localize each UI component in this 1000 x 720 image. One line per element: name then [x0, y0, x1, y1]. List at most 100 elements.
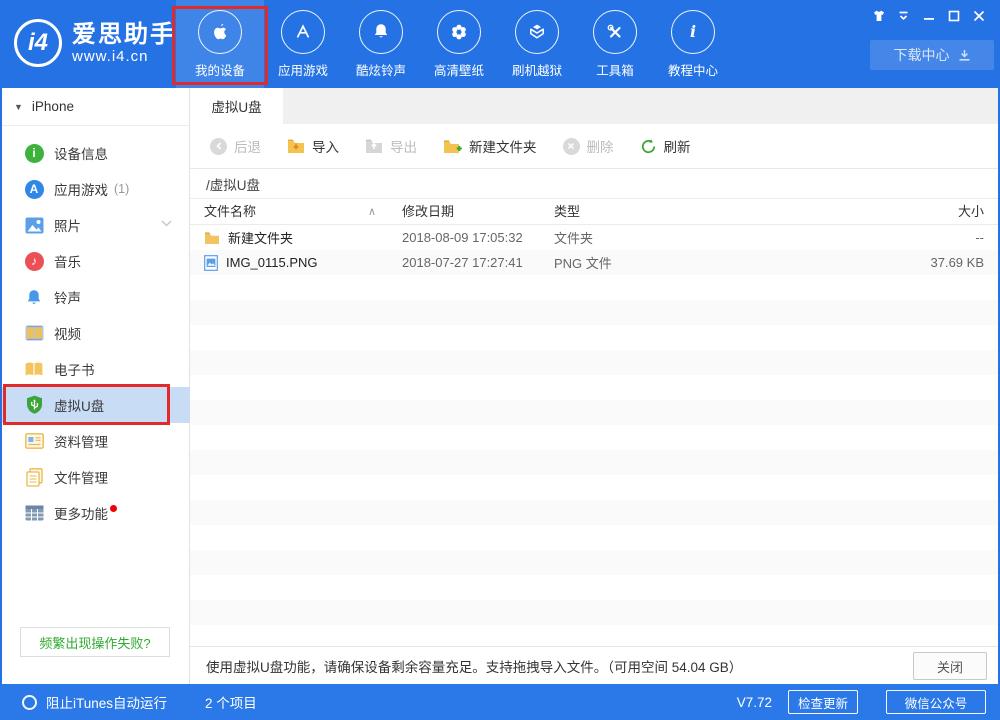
bell-icon [369, 20, 393, 44]
export-button[interactable]: 导出 [365, 136, 417, 156]
new-folder-label: 新建文件夹 [469, 136, 537, 156]
operation-failure-help-button[interactable]: 频繁出现操作失败? [20, 627, 170, 657]
device-selector[interactable]: ▼ iPhone [0, 88, 189, 126]
appstore-icon [291, 20, 315, 44]
nav-toolbox[interactable]: 工具箱 [576, 0, 654, 88]
sidebar-item-data-management[interactable]: 资料管理 [0, 423, 190, 459]
skin-icon[interactable] [871, 8, 886, 23]
sidebar-item-music[interactable]: ♪ 音乐 [0, 243, 190, 279]
file-name: IMG_0115.PNG [226, 255, 318, 270]
video-icon [24, 323, 44, 343]
file-management-icon [24, 467, 44, 487]
app-logo: i4 爱思助手 www.i4.cn [14, 19, 176, 67]
sidebar-item-photos[interactable]: 照片 [0, 207, 190, 243]
sidebar-item-label: 设备信息 [54, 143, 108, 163]
nav-my-devices[interactable]: 我的设备 [176, 0, 264, 88]
import-button[interactable]: 导入 [287, 136, 339, 156]
refresh-label: 刷新 [664, 136, 691, 156]
import-icon [287, 138, 305, 154]
sidebar-item-ebooks[interactable]: 电子书 [0, 351, 190, 387]
column-header-name[interactable]: 文件名称 ∧ [190, 199, 388, 225]
sidebar-item-label: 照片 [54, 215, 81, 235]
file-type: 文件夹 [540, 228, 736, 247]
sidebar-list: i 设备信息 A 应用游戏 (1) 照片 ♪ 音乐 铃声 [0, 135, 190, 531]
ringtone-bell-icon [24, 287, 44, 307]
main-menu-icon[interactable] [896, 8, 911, 23]
block-itunes-toggle[interactable]: 阻止iTunes自动运行 [22, 684, 167, 720]
nav-jailbreak[interactable]: 刷机越狱 [498, 0, 576, 88]
ebook-icon [24, 359, 44, 379]
nav-ringtones[interactable]: 酷炫铃声 [342, 0, 420, 88]
delete-label: 删除 [587, 136, 614, 156]
file-list-empty-area[interactable] [190, 275, 1000, 646]
download-icon [958, 49, 971, 62]
device-name: iPhone [32, 99, 74, 114]
data-management-icon [24, 431, 44, 451]
close-icon[interactable] [971, 8, 986, 23]
nav-app-games[interactable]: 应用游戏 [264, 0, 342, 88]
tab-strip: 虚拟U盘 [190, 88, 1000, 124]
notification-dot [110, 505, 117, 512]
sidebar-item-label: 音乐 [54, 251, 81, 271]
folder-icon [204, 231, 220, 245]
expand-chevron-icon[interactable] [161, 220, 172, 227]
photos-icon [24, 215, 44, 235]
nav-wallpapers[interactable]: 高清壁纸 [420, 0, 498, 88]
minimize-icon[interactable] [921, 8, 936, 23]
bottom-status-bar: 阻止iTunes自动运行 2 个项目 V7.72 检查更新 微信公众号 [0, 684, 1000, 720]
download-center-button[interactable]: 下载中心 [870, 40, 994, 70]
version-label: V7.72 [737, 684, 772, 720]
sidebar-item-label: 文件管理 [54, 467, 108, 487]
flower-icon [447, 20, 471, 44]
wechat-official-account-button[interactable]: 微信公众号 [886, 690, 986, 714]
apple-icon [208, 20, 232, 44]
back-label: 后退 [234, 136, 261, 156]
current-path: /虚拟U盘 [206, 174, 260, 194]
nav-label: 应用游戏 [278, 60, 328, 79]
table-row[interactable]: IMG_0115.PNG 2018-07-27 17:27:41 PNG 文件 … [190, 250, 1000, 275]
sidebar-item-more-features[interactable]: 更多功能 [0, 495, 190, 531]
nav-label: 工具箱 [596, 60, 634, 79]
new-folder-button[interactable]: 新建文件夹 [443, 136, 537, 156]
sidebar-item-app-games[interactable]: A 应用游戏 (1) [0, 171, 190, 207]
export-label: 导出 [390, 136, 417, 156]
breadcrumb-path: /虚拟U盘 [190, 168, 1000, 198]
top-nav: 我的设备 应用游戏 酷炫铃声 高清壁纸 刷机越狱 [176, 0, 732, 88]
maximize-icon[interactable] [946, 8, 961, 23]
radio-circle-icon [22, 695, 37, 710]
close-button[interactable]: 关闭 [913, 652, 987, 680]
column-header-date[interactable]: 修改日期 [388, 199, 540, 225]
status-message: 使用虚拟U盘功能，请确保设备剩余容量充足。支持拖拽导入文件。（可用空间 54.0… [206, 656, 742, 676]
sidebar-item-label: 虚拟U盘 [54, 395, 104, 415]
nav-tutorials[interactable]: i 教程中心 [654, 0, 732, 88]
image-file-icon [204, 255, 218, 271]
more-features-icon [24, 503, 44, 523]
new-folder-icon [443, 138, 462, 155]
sidebar-item-ringtones[interactable]: 铃声 [0, 279, 190, 315]
check-update-button[interactable]: 检查更新 [788, 690, 858, 714]
tab-virtual-usb[interactable]: 虚拟U盘 [190, 88, 283, 124]
app-games-icon: A [24, 179, 44, 199]
sidebar-item-label: 视频 [54, 323, 81, 343]
delete-button[interactable]: 删除 [563, 136, 614, 156]
sidebar-item-label: 电子书 [54, 359, 95, 379]
sidebar-item-label: 铃声 [54, 287, 81, 307]
sidebar-item-label: 更多功能 [54, 503, 108, 523]
back-button[interactable]: 后退 [210, 136, 261, 156]
table-row[interactable]: 新建文件夹 2018-08-09 17:05:32 文件夹 -- [190, 225, 1000, 250]
sidebar-item-videos[interactable]: 视频 [0, 315, 190, 351]
sidebar-item-file-management[interactable]: 文件管理 [0, 459, 190, 495]
delete-icon [563, 138, 580, 155]
nav-label: 教程中心 [668, 60, 718, 79]
column-header-type[interactable]: 类型 [540, 199, 736, 225]
table-header: 文件名称 ∧ 修改日期 类型 大小 [190, 198, 1000, 225]
sidebar-item-virtual-usb[interactable]: 虚拟U盘 [0, 387, 190, 423]
refresh-button[interactable]: 刷新 [640, 136, 691, 156]
file-size: 37.69 KB [736, 255, 1000, 270]
tools-icon [603, 20, 627, 44]
sidebar-item-device-info[interactable]: i 设备信息 [0, 135, 190, 171]
column-header-size[interactable]: 大小 [736, 199, 1000, 225]
window-controls [871, 8, 986, 23]
svg-text:i: i [690, 22, 696, 41]
import-label: 导入 [312, 136, 339, 156]
